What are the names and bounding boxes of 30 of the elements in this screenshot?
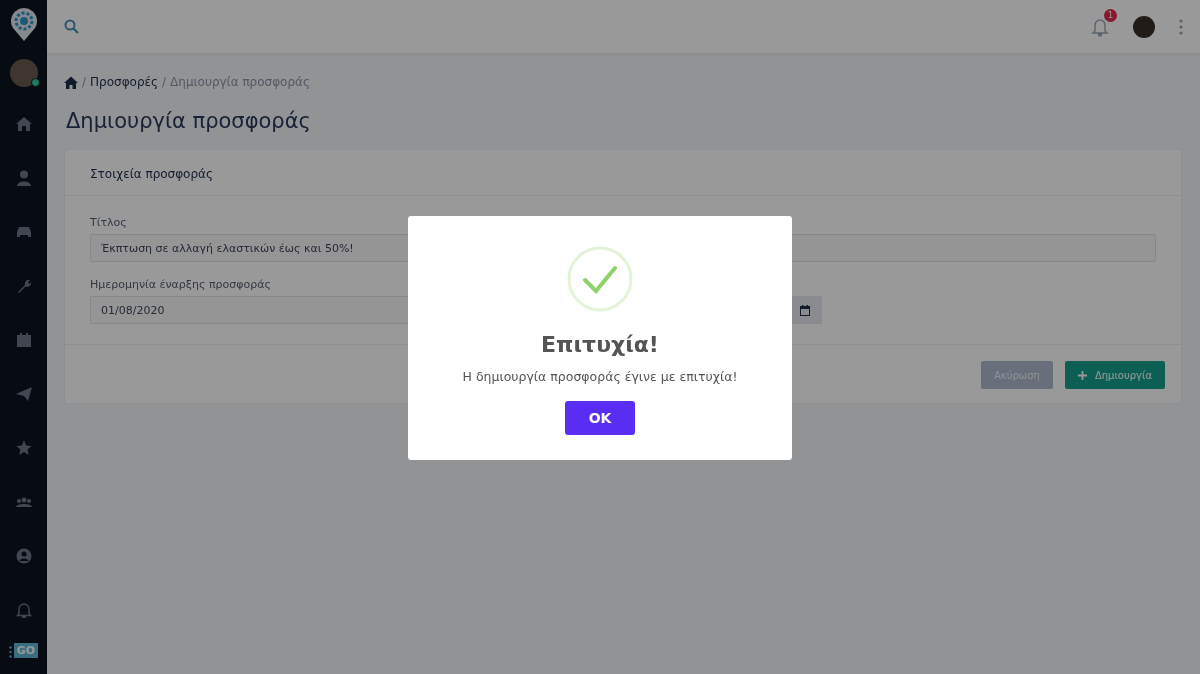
star-icon[interactable]: [15, 440, 32, 456]
dialog-title: Επιτυχία!: [541, 332, 659, 357]
dialog-message: Η δημιουργία προσφοράς έγινε με επιτυχία!: [462, 369, 738, 384]
breadcrumb-link[interactable]: Προσφορές: [90, 75, 159, 89]
plus-icon: [1077, 370, 1087, 380]
notification-bell-icon[interactable]: [1091, 16, 1109, 37]
field-label: Ημερομηνία έναρξης προσφοράς: [90, 278, 272, 291]
search-icon[interactable]: [64, 19, 79, 34]
breadcrumb-separator: /: [82, 75, 87, 89]
calendar-icon[interactable]: [15, 332, 32, 348]
paper-plane-icon[interactable]: [15, 386, 32, 402]
more-icon[interactable]: [1179, 18, 1183, 35]
brand-logo-text: GO: [13, 643, 39, 658]
user-avatar[interactable]: [1133, 15, 1155, 38]
success-check-icon: [567, 246, 633, 312]
calendar-icon: [800, 304, 810, 316]
home-icon[interactable]: [64, 75, 78, 89]
breadcrumb-current: Δημιουργία προσφοράς: [170, 75, 310, 89]
car-icon[interactable]: [15, 224, 32, 240]
ok-button[interactable]: OK: [565, 401, 635, 435]
field-label: Τίτλος: [90, 216, 128, 229]
card-title: Στοιχεία προσφοράς: [65, 150, 1181, 196]
user-circle-icon[interactable]: [15, 548, 32, 564]
notification-count: 1: [1104, 8, 1117, 22]
breadcrumb-separator: /: [162, 75, 167, 89]
logo-icon: [8, 8, 39, 42]
page-title: Δημιουργία προσφοράς: [66, 109, 312, 133]
bell-icon[interactable]: [15, 602, 32, 618]
dots-icon: [8, 646, 12, 658]
user-icon[interactable]: [15, 170, 32, 186]
